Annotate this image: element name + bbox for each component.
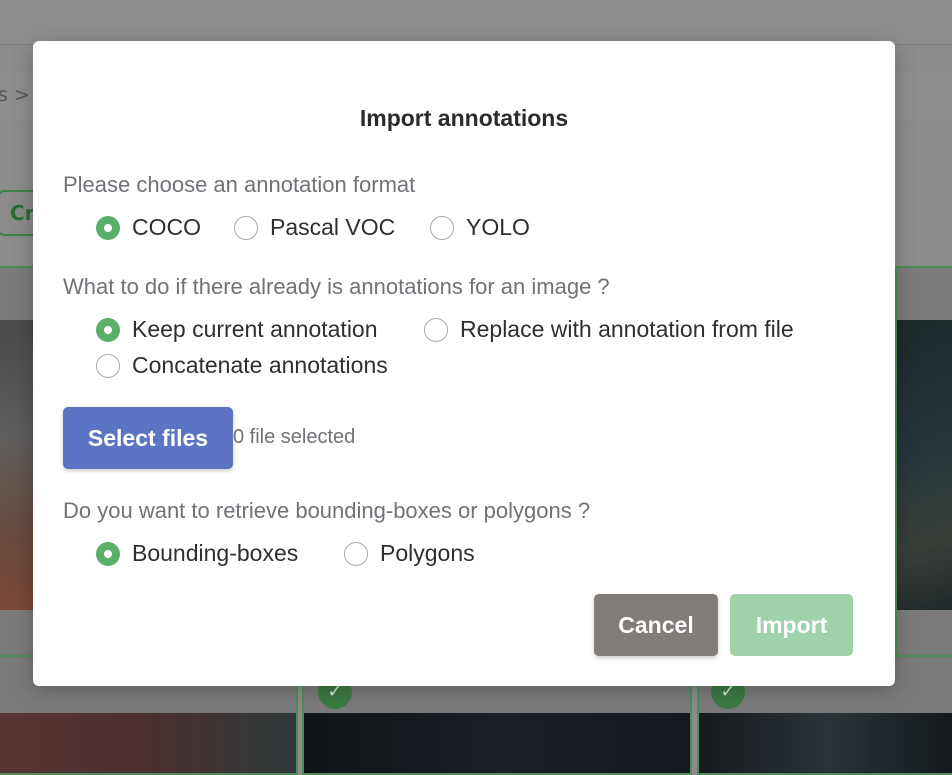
radio-button[interactable] <box>96 215 120 240</box>
dialog-title: Import annotations <box>359 105 569 131</box>
existing-annotations-question: What to do if there already is annotatio… <box>63 274 610 299</box>
import-annotations-dialog: Import annotations Please choose an anno… <box>33 41 895 686</box>
radio-button[interactable] <box>96 541 120 566</box>
existing-option-label: Keep current annotation <box>132 316 378 342</box>
format-question: Please choose an annotation format <box>63 172 416 197</box>
shape-option-polygons[interactable]: Polygons <box>344 540 475 567</box>
existing-option-replace[interactable]: Replace with annotation from file <box>424 316 794 343</box>
format-option-coco[interactable]: COCO <box>96 214 201 241</box>
shape-option-label: Polygons <box>380 540 475 566</box>
shape-option-label: Bounding-boxes <box>132 540 299 566</box>
cancel-button[interactable]: Cancel <box>594 594 718 656</box>
radio-button[interactable] <box>430 215 454 240</box>
radio-button[interactable] <box>424 317 448 342</box>
radio-button[interactable] <box>234 215 258 240</box>
format-option-label: YOLO <box>466 214 530 240</box>
format-option-yolo[interactable]: YOLO <box>430 214 530 241</box>
shape-type-question: Do you want to retrieve bounding-boxes o… <box>63 498 591 523</box>
radio-button[interactable] <box>96 317 120 342</box>
format-option-pascal-voc[interactable]: Pascal VOC <box>234 214 395 241</box>
existing-option-label: Concatenate annotations <box>132 352 388 378</box>
format-option-label: COCO <box>132 214 201 240</box>
existing-option-concatenate[interactable]: Concatenate annotations <box>96 352 388 379</box>
radio-button[interactable] <box>96 353 120 378</box>
format-option-label: Pascal VOC <box>270 214 396 240</box>
existing-option-keep[interactable]: Keep current annotation <box>96 316 378 343</box>
select-files-button[interactable]: Select files <box>63 407 233 469</box>
shape-option-bounding-boxes[interactable]: Bounding-boxes <box>96 540 298 567</box>
file-selection-status: 0 file selected <box>233 426 356 448</box>
import-button[interactable]: Import <box>730 594 853 656</box>
existing-option-label: Replace with annotation from file <box>460 316 794 342</box>
radio-button[interactable] <box>344 541 368 566</box>
